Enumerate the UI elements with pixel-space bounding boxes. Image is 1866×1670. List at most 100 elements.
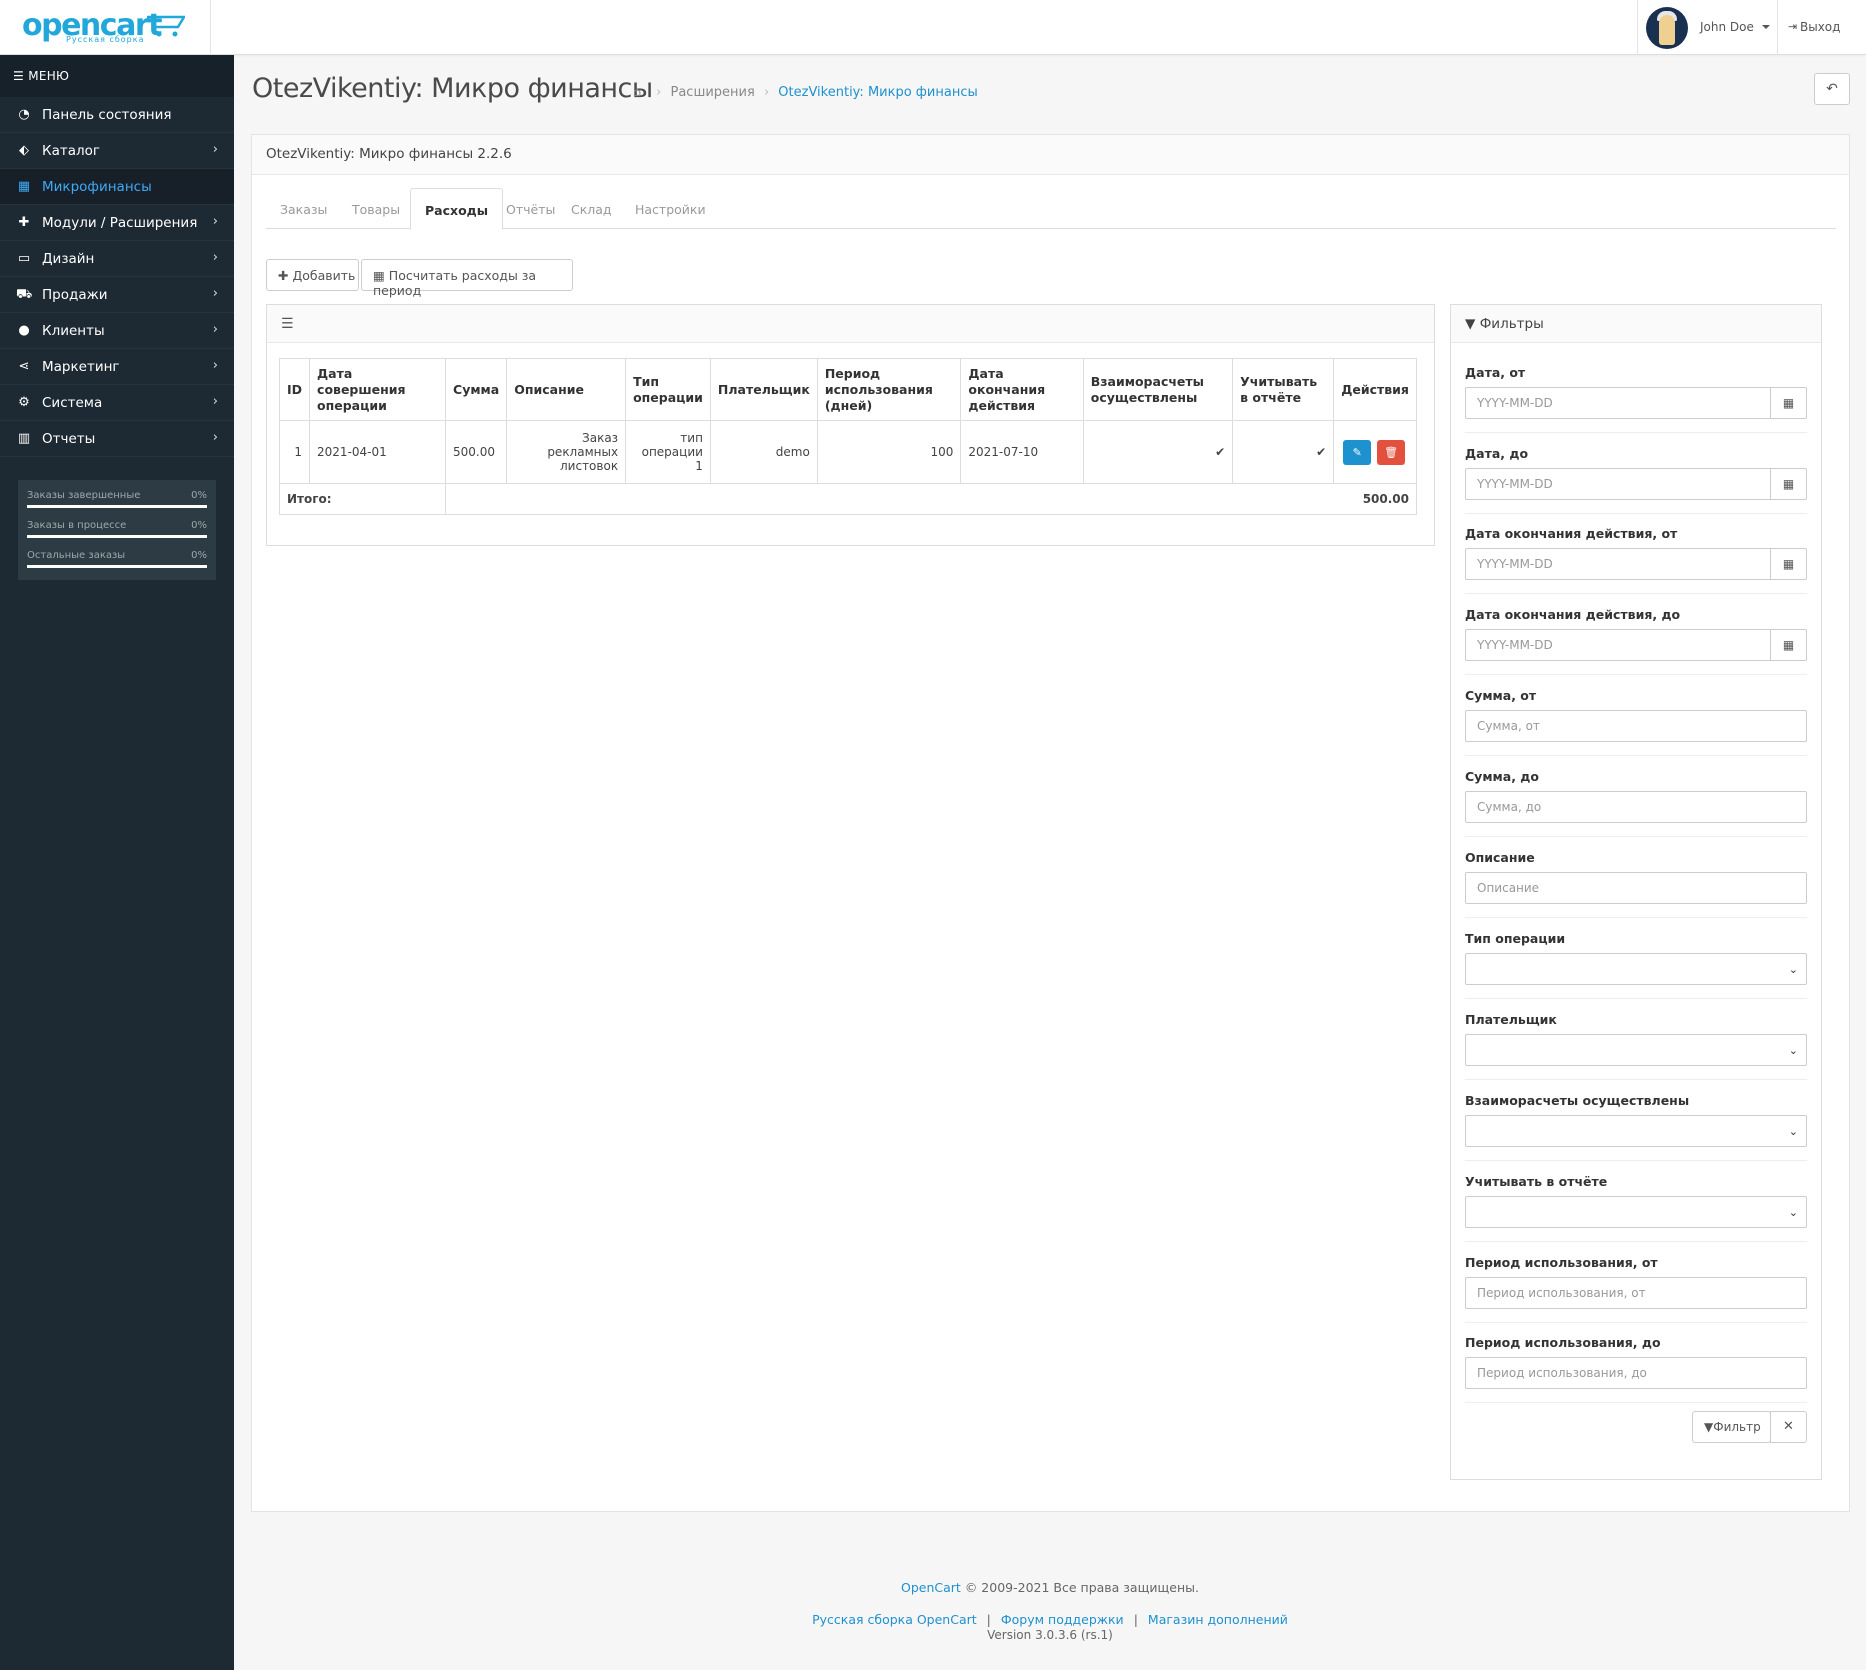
- progress-processing: Заказы в процессе 0%: [27, 520, 207, 550]
- filter-sum-to: Сумма, до Сумма, до: [1465, 769, 1807, 837]
- opencart-logo[interactable]: opencart Русская сборка: [0, 0, 211, 55]
- user-dropdown[interactable]: John Doe: [1637, 0, 1777, 55]
- sidebar-item-microfinance[interactable]: ▦ Микрофинансы: [0, 169, 234, 205]
- description-input[interactable]: Описание: [1465, 872, 1807, 904]
- op-type-select[interactable]: ⌄: [1465, 953, 1807, 985]
- expenses-list-panel: ☰ ID Дата совершения операции Сумма Опис…: [266, 304, 1435, 546]
- field-label: Дата, от: [1465, 365, 1526, 380]
- col-sum[interactable]: Сумма: [445, 358, 508, 421]
- filter-sum-from: Сумма, от Сумма, от: [1465, 688, 1807, 756]
- filter-button[interactable]: ▼Фильтр: [1692, 1411, 1771, 1443]
- tab-expenses[interactable]: Расходы: [410, 188, 504, 230]
- breadcrumb-extensions[interactable]: Расширения: [670, 85, 754, 100]
- period-from-input[interactable]: Период использования, от: [1465, 1277, 1807, 1309]
- progress-value: 0%: [191, 490, 207, 501]
- sum-from-input[interactable]: Сумма, от: [1465, 710, 1807, 742]
- calendar-icon[interactable]: ▦: [1770, 548, 1807, 580]
- footer-link-russian-build[interactable]: Русская сборка OpenCart: [812, 1612, 977, 1627]
- col-settled[interactable]: Взаиморасчеты осуществлены: [1082, 358, 1234, 421]
- breadcrumb-current[interactable]: OtezVikentiy: Микро финансы: [778, 85, 977, 100]
- filter-end-date-to: Дата окончания действия, до YYYY-MM-DD ▦: [1465, 607, 1807, 675]
- plus-icon: ✚: [278, 268, 289, 283]
- edit-button[interactable]: ✎: [1343, 439, 1372, 465]
- progress-value: 0%: [191, 550, 207, 561]
- payer-select[interactable]: ⌄: [1465, 1034, 1807, 1066]
- logout-label: Выход: [1800, 20, 1841, 34]
- date-from-input[interactable]: YYYY-MM-DD: [1465, 387, 1771, 419]
- home-icon[interactable]: ⌂: [633, 85, 647, 100]
- caret-down-icon: [1762, 25, 1770, 29]
- delete-button[interactable]: 🗑: [1377, 439, 1406, 465]
- col-period[interactable]: Период использования (дней): [816, 358, 962, 421]
- chevron-right-icon: ›: [212, 322, 218, 337]
- logout-button[interactable]: ⇥ Выход: [1777, 0, 1866, 55]
- top-header: opencart Русская сборка John Doe ⇥ Выход: [0, 0, 1866, 55]
- panel-heading: OtezVikentiy: Микро финансы 2.2.6: [252, 135, 1849, 175]
- opencart-link[interactable]: OpenCart: [901, 1580, 961, 1595]
- tab-settings[interactable]: Настройки: [621, 188, 720, 229]
- cart-icon: ⛟: [16, 287, 33, 302]
- tab-products[interactable]: Товары: [338, 188, 414, 229]
- sidebar-item-catalog[interactable]: ⬖ Каталог ›: [0, 133, 234, 169]
- col-date[interactable]: Дата совершения операции: [309, 358, 447, 421]
- col-description[interactable]: Описание: [506, 358, 627, 421]
- sidebar-item-system[interactable]: ⚙ Система ›: [0, 385, 234, 421]
- check-icon: ✔: [1316, 445, 1327, 459]
- sidebar-item-marketing[interactable]: ⋖ Маркетинг ›: [0, 349, 234, 385]
- progress-other: Остальные заказы 0%: [27, 550, 207, 580]
- avatar: [1646, 7, 1688, 49]
- puzzle-icon: ✚: [18, 215, 30, 230]
- end-date-from-input[interactable]: YYYY-MM-DD: [1465, 548, 1771, 580]
- period-to-input[interactable]: Период использования, до: [1465, 1357, 1807, 1389]
- footer-link-marketplace[interactable]: Магазин дополнений: [1148, 1612, 1288, 1627]
- progress-label: Заказы завершенные: [27, 490, 141, 501]
- end-date-to-input[interactable]: YYYY-MM-DD: [1465, 629, 1771, 661]
- tab-orders[interactable]: Заказы: [266, 188, 341, 229]
- sidebar-item-sales[interactable]: ⛟ Продажи ›: [0, 277, 234, 313]
- cell-sum: 500.00: [445, 420, 508, 484]
- page-title: OtezVikentiy: Микро финансы: [252, 73, 653, 104]
- add-button[interactable]: ✚ Добавить: [266, 259, 359, 291]
- check-icon: ✔: [1215, 445, 1226, 459]
- filter-date-to: Дата, до YYYY-MM-DD ▦: [1465, 446, 1807, 514]
- sidebar-item-design[interactable]: ▭ Дизайн ›: [0, 241, 234, 277]
- calendar-icon[interactable]: ▦: [1770, 468, 1807, 500]
- footer-link-forum[interactable]: Форум поддержки: [1001, 1612, 1124, 1627]
- date-to-input[interactable]: YYYY-MM-DD: [1465, 468, 1771, 500]
- order-progress-box: Заказы завершенные 0% Заказы в процессе …: [18, 480, 216, 580]
- settled-select[interactable]: ⌄: [1465, 1115, 1807, 1147]
- sidebar-item-reports[interactable]: ▥ Отчеты ›: [0, 421, 234, 457]
- filter-payer: Плательщик ⌄: [1465, 1012, 1807, 1080]
- share-icon: ⋖: [18, 359, 30, 374]
- chevron-down-icon: ⌄: [1788, 1125, 1798, 1138]
- field-label: Дата, до: [1465, 446, 1529, 461]
- dashboard-icon: ◔: [18, 107, 30, 122]
- in-report-select[interactable]: ⌄: [1465, 1196, 1807, 1228]
- chevron-right-icon: ›: [212, 286, 218, 301]
- calc-expenses-button[interactable]: ▦ Посчитать расходы за период: [361, 259, 573, 298]
- calendar-icon[interactable]: ▦: [1770, 629, 1807, 661]
- calendar-icon[interactable]: ▦: [1770, 387, 1807, 419]
- field-label: Плательщик: [1465, 1012, 1557, 1027]
- tab-warehouse[interactable]: Склад: [557, 188, 626, 229]
- sum-to-input[interactable]: Сумма, до: [1465, 791, 1807, 823]
- col-id[interactable]: ID: [278, 358, 311, 421]
- col-actions: Действия: [1333, 358, 1417, 421]
- menu-title: МЕНЮ: [28, 69, 70, 83]
- sidebar-item-label: Каталог: [42, 143, 100, 159]
- menu-toggle[interactable]: ☰ МЕНЮ: [0, 55, 234, 97]
- sidebar: ☰ МЕНЮ ◔ Панель состояния ⬖ Каталог › ▦ …: [0, 55, 234, 1670]
- back-button[interactable]: ↶: [1814, 73, 1850, 105]
- sidebar-item-label: Маркетинг: [42, 359, 120, 375]
- col-end-date[interactable]: Дата окончания действия: [960, 358, 1084, 421]
- sidebar-item-extensions[interactable]: ✚ Модули / Расширения ›: [0, 205, 234, 241]
- col-op-type[interactable]: Тип операции: [625, 358, 711, 421]
- logo-subtitle: Русская сборка: [66, 35, 145, 44]
- col-payer[interactable]: Плательщик: [709, 358, 818, 421]
- col-in-report[interactable]: Учитывать в отчёте: [1232, 358, 1335, 421]
- sidebar-item-customers[interactable]: ● Клиенты ›: [0, 313, 234, 349]
- sidebar-item-dashboard[interactable]: ◔ Панель состояния: [0, 97, 234, 133]
- progress-label: Заказы в процессе: [27, 520, 127, 531]
- clear-filter-button[interactable]: ✕: [1770, 1411, 1807, 1443]
- filter-icon: ▼: [1465, 316, 1476, 332]
